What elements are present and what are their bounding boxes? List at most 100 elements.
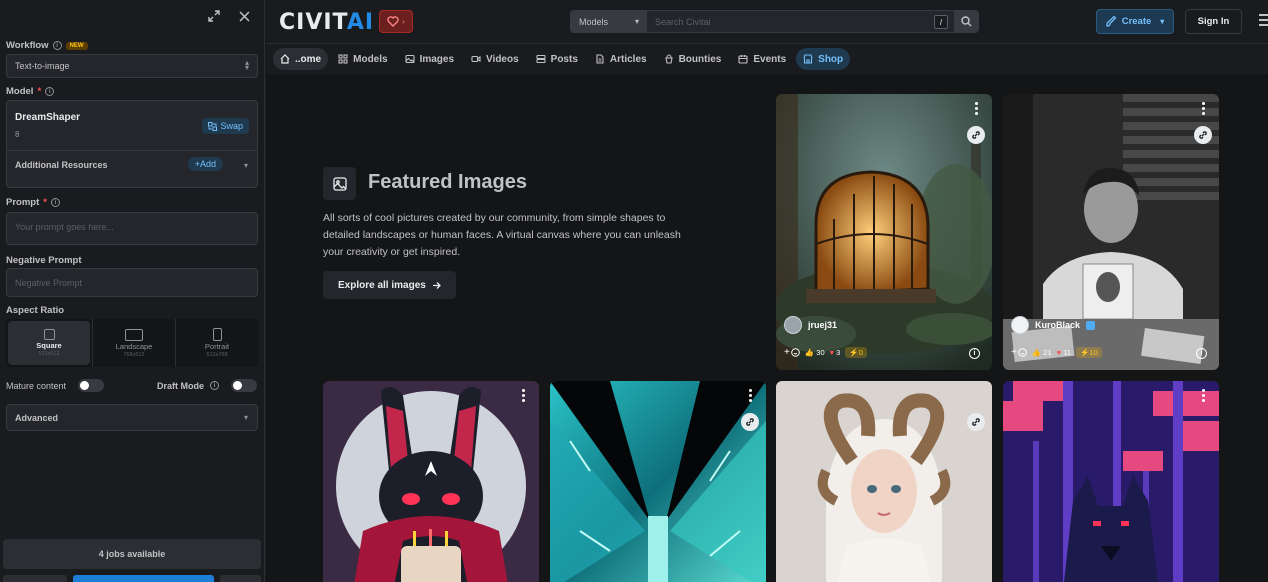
- create-button-label: Create: [1121, 16, 1152, 27]
- image-card[interactable]: [550, 381, 766, 582]
- chevron-down-icon[interactable]: ▾: [244, 161, 248, 170]
- aspect-option-portrait[interactable]: Portrait 512x768: [175, 319, 258, 367]
- buzz-tip-button[interactable]: ⚡0: [845, 347, 867, 358]
- aspect-option-name: Portrait: [204, 342, 230, 351]
- mature-content-toggle[interactable]: [78, 379, 105, 392]
- draft-mode-row: Draft Mode i: [157, 379, 257, 392]
- avatar: [784, 316, 802, 334]
- link-icon[interactable]: [967, 126, 985, 144]
- more-options-icon[interactable]: [975, 102, 978, 115]
- image-card[interactable]: [776, 381, 992, 582]
- buzz-tip-button[interactable]: ⚡10: [1075, 347, 1102, 358]
- mature-content-label: Mature content: [6, 380, 67, 391]
- info-icon[interactable]: i: [1196, 348, 1207, 359]
- add-resource-button[interactable]: +Add: [187, 157, 223, 171]
- select-arrows-icon: ▴ ▾: [244, 58, 249, 72]
- aspect-ratio-label: Aspect Ratio: [6, 305, 65, 316]
- expand-icon[interactable]: [206, 8, 222, 24]
- arrow-right-icon: [432, 281, 441, 289]
- civitai-logo[interactable]: CIVITAI: [279, 10, 374, 35]
- panel-top-actions: [206, 8, 252, 24]
- featured-title: Featured Images: [368, 171, 527, 193]
- draft-mode-label: Draft Mode: [157, 380, 204, 391]
- nav-item-articles[interactable]: Articles: [588, 48, 654, 70]
- workflow-label-text: Workflow: [6, 40, 49, 51]
- aspect-option-square[interactable]: Square 512x512: [8, 321, 90, 365]
- like-reaction[interactable]: 👍 21: [1032, 348, 1052, 357]
- heart-reaction[interactable]: ♥ 3: [830, 348, 841, 357]
- link-icon[interactable]: [741, 413, 759, 431]
- nav-item-posts[interactable]: Posts: [529, 48, 585, 70]
- nav-item-events[interactable]: Events: [731, 48, 793, 70]
- required-marker: *: [37, 86, 42, 97]
- nav-item-label: Articles: [609, 53, 647, 65]
- search-input[interactable]: Search Civitai /: [647, 11, 954, 32]
- nav-item-models[interactable]: Models: [331, 48, 394, 70]
- explore-all-images-button[interactable]: Explore all images: [323, 271, 456, 299]
- image-card[interactable]: [323, 381, 539, 582]
- heart-count: 3: [836, 348, 841, 357]
- swap-button[interactable]: Swap: [202, 118, 249, 134]
- image-card[interactable]: [1003, 381, 1219, 582]
- support-button[interactable]: ›: [379, 10, 413, 33]
- image-card[interactable]: jruej31 + 👍 30 ♥ 3 ⚡0 i: [776, 94, 992, 370]
- model-card: DreamShaper 8 Swap Additional Resources …: [6, 100, 258, 188]
- more-options-icon[interactable]: [1202, 389, 1205, 402]
- aspect-option-landscape[interactable]: Landscape 768x512: [92, 319, 175, 367]
- info-icon[interactable]: i: [52, 41, 62, 50]
- draft-mode-toggle[interactable]: [231, 379, 257, 392]
- card-author[interactable]: KuroBlack: [1011, 316, 1096, 334]
- info-icon[interactable]: i: [45, 87, 55, 96]
- link-icon[interactable]: [967, 413, 985, 431]
- nav-item-images[interactable]: Images: [398, 48, 461, 70]
- workflow-select[interactable]: Text-to-image ▴ ▾: [6, 54, 258, 78]
- model-label: Model * i: [6, 86, 55, 97]
- like-count: 30: [816, 348, 825, 357]
- add-reaction-button[interactable]: +: [784, 347, 800, 358]
- quantity-stepper[interactable]: [3, 575, 67, 582]
- menu-icon[interactable]: [1259, 14, 1268, 26]
- landscape-shape-icon: [125, 328, 143, 341]
- smile-icon: [1018, 348, 1027, 357]
- prompt-placeholder: Your prompt goes here...: [15, 222, 114, 232]
- logo-text-part1: CIVIT: [279, 10, 347, 35]
- info-icon[interactable]: i: [50, 198, 60, 207]
- generation-panel: Workflow i NEW Text-to-image ▴ ▾ Model * i…: [0, 0, 265, 582]
- nav-item-label: Images: [419, 53, 455, 65]
- info-icon[interactable]: i: [210, 381, 219, 390]
- card-author[interactable]: jruej31: [784, 316, 837, 334]
- mature-content-row: Mature content: [6, 379, 105, 392]
- search-category-select[interactable]: Models ▾: [571, 11, 647, 32]
- create-button[interactable]: Create ▾: [1096, 9, 1174, 34]
- nav-item-home[interactable]: ..ome: [273, 48, 329, 70]
- negative-prompt-input[interactable]: Negative Prompt: [6, 268, 258, 297]
- search-button[interactable]: [954, 11, 978, 32]
- nav-item-shop[interactable]: Shop: [796, 48, 851, 70]
- card-image: [550, 381, 766, 582]
- sign-in-button[interactable]: Sign In: [1185, 9, 1242, 34]
- nav-item-bounties[interactable]: Bounties: [657, 48, 729, 70]
- more-options-icon[interactable]: [749, 389, 752, 402]
- link-icon[interactable]: [1194, 126, 1212, 144]
- reset-button[interactable]: [220, 575, 261, 582]
- search-category-value: Models: [579, 16, 609, 27]
- prompt-input[interactable]: Your prompt goes here...: [6, 212, 258, 245]
- nav-item-videos[interactable]: Videos: [464, 48, 526, 70]
- author-name: jruej31: [808, 320, 838, 330]
- like-reaction[interactable]: 👍 30: [805, 348, 825, 357]
- close-icon[interactable]: [236, 8, 252, 24]
- author-name: KuroBlack: [1035, 320, 1081, 330]
- prompt-label: Prompt * i: [6, 197, 60, 208]
- model-label-text: Model: [6, 86, 34, 97]
- heart-reaction[interactable]: ♥ 11: [1057, 348, 1071, 357]
- more-options-icon[interactable]: [1202, 102, 1205, 115]
- info-icon[interactable]: i: [969, 348, 980, 359]
- image-card[interactable]: KuroBlack + 👍 21 ♥ 11 ⚡10 i: [1003, 94, 1219, 370]
- advanced-accordion[interactable]: Advanced ▾: [6, 404, 258, 431]
- add-reaction-button[interactable]: +: [1011, 347, 1027, 358]
- generate-button[interactable]: [73, 575, 214, 582]
- buzz-count: 10: [1089, 348, 1098, 357]
- more-options-icon[interactable]: [522, 389, 525, 402]
- aspect-option-size: 512x512: [38, 351, 60, 357]
- search-shortcut-key: /: [934, 15, 948, 29]
